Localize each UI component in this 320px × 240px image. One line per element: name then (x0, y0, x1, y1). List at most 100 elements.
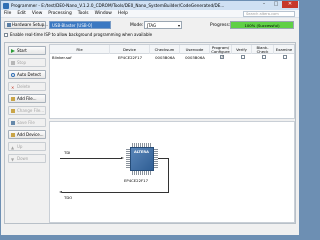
start-icon (11, 49, 15, 53)
progress-text: 100% (Successful) (244, 23, 280, 28)
add-file-button[interactable]: Add File... (8, 94, 46, 103)
table-row[interactable]: Blinker.sof EP4CE22F17 0003B06A 0003B06A (50, 54, 294, 61)
tdi-line (60, 158, 122, 159)
programmer-window: Programmer - E:/test/DE0-Nano_V.1.2.0_CD… (0, 0, 300, 236)
save-file-icon (11, 121, 15, 125)
chip-out-line (158, 158, 168, 159)
progress-label: Progress: (210, 23, 231, 28)
cell-device: EP4CE22F17 (117, 55, 142, 60)
maximize-button[interactable]: □ (270, 1, 282, 8)
examine-checkbox[interactable] (283, 55, 287, 59)
tdo-line (62, 192, 169, 193)
chip-logo: ALTERA (134, 150, 149, 154)
change-file-label: Change File... (17, 108, 45, 113)
add-file-label: Add File... (17, 96, 37, 101)
status-bar (1, 227, 299, 235)
col-checksum[interactable]: Checksum (150, 45, 180, 54)
cell-file: Blinker.sof (52, 55, 72, 60)
isp-label: Enable real-time ISP to allow background… (10, 32, 153, 37)
tdi-arrow-icon (121, 156, 124, 159)
jtag-chain-diagram: TDI ALTERA EP4CE22F17 TDO (49, 121, 295, 223)
main-panel: Start Stop Auto Detect ✕ Delete Add File.… (4, 42, 296, 224)
start-label: Start (17, 48, 27, 53)
isp-checkbox[interactable] (4, 32, 8, 37)
cell-blank-check (260, 55, 268, 61)
fpga-chip[interactable]: ALTERA (126, 143, 158, 175)
mode-label: Mode: (130, 23, 144, 28)
up-button[interactable]: ▲ Up (8, 142, 46, 151)
device-table: File Device Checksum Usercode Program/ C… (49, 44, 295, 119)
col-examine[interactable]: Examine (274, 45, 294, 54)
tdo-label: TDO (64, 195, 73, 200)
up-icon: ▲ (11, 145, 15, 150)
progress-bar: 100% (Successful) (230, 21, 294, 29)
save-file-button[interactable]: Save File (8, 118, 46, 127)
chevron-down-icon: ▾ (177, 23, 180, 28)
col-program[interactable]: Program/ Configure (210, 45, 232, 54)
stop-icon (11, 61, 15, 65)
hardware-setup-label: Hardware Setup... (12, 22, 49, 27)
add-file-icon (11, 97, 15, 101)
auto-detect-label: Auto Detect (17, 72, 41, 77)
app-icon (3, 2, 9, 9)
title-bar[interactable]: Programmer - E:/test/DE0-Nano_V.1.2.0_CD… (1, 1, 299, 10)
down-icon: ▼ (11, 157, 15, 162)
window-controls: – □ ✕ (258, 1, 298, 8)
stop-label: Stop (17, 60, 27, 65)
add-device-label: Add Device... (17, 132, 44, 137)
chip-label: EP4CE22F17 (124, 178, 149, 183)
chip-pins-right (154, 149, 158, 169)
program-checkbox[interactable] (220, 54, 224, 60)
tdi-label: TDI (64, 150, 71, 155)
chip-down-line (168, 158, 169, 192)
add-device-icon (11, 133, 15, 137)
down-label: Down (17, 156, 29, 161)
cell-checksum: 0003B06A (155, 55, 175, 60)
window-title: Programmer - E:/test/DE0-Nano_V.1.2.0_CD… (11, 3, 225, 8)
up-label: Up (17, 144, 23, 149)
sidebar: Start Stop Auto Detect ✕ Delete Add File.… (6, 44, 47, 222)
chip-pins-bottom (132, 171, 152, 175)
hardware-field[interactable]: USB-Blaster [USB-0] (49, 21, 111, 29)
blank-check-checkbox[interactable] (262, 55, 266, 59)
mode-value: JTAG (147, 23, 157, 28)
stop-button[interactable]: Stop (8, 58, 46, 67)
menu-tools[interactable]: Tools (75, 11, 92, 16)
col-blank-check[interactable]: Blank- Check (252, 45, 274, 54)
cell-verify (239, 55, 247, 61)
delete-button[interactable]: ✕ Delete (8, 82, 46, 91)
cell-usercode: 0003B06A (185, 55, 205, 60)
verify-checkbox[interactable] (241, 55, 245, 59)
change-file-button[interactable]: Change File... (8, 106, 46, 115)
col-file[interactable]: File (50, 45, 110, 54)
menu-processing[interactable]: Processing (45, 11, 74, 16)
menu-help[interactable]: Help (115, 11, 131, 16)
cell-examine (281, 55, 289, 61)
auto-detect-icon (11, 73, 15, 77)
add-device-button[interactable]: Add Device... (8, 130, 46, 139)
auto-detect-button[interactable]: Auto Detect (8, 70, 46, 79)
help-search-input[interactable]: Search altera.com (243, 11, 295, 17)
hardware-icon (7, 23, 11, 27)
tdo-arrow-icon (59, 190, 62, 193)
col-verify[interactable]: Verify (232, 45, 252, 54)
down-button[interactable]: ▼ Down (8, 154, 46, 163)
close-button[interactable]: ✕ (282, 1, 298, 8)
isp-option[interactable]: Enable real-time ISP to allow background… (4, 32, 152, 37)
mode-select[interactable]: JTAG ▾ (144, 21, 182, 29)
minimize-button[interactable]: – (258, 1, 270, 8)
col-device[interactable]: Device (110, 45, 150, 54)
delete-label: Delete (17, 84, 31, 89)
hardware-setup-button[interactable]: Hardware Setup... (4, 21, 49, 29)
save-file-label: Save File (17, 120, 35, 125)
table-header: File Device Checksum Usercode Program/ C… (50, 45, 294, 54)
change-file-icon (11, 109, 15, 113)
delete-icon: ✕ (11, 85, 15, 90)
menu-window[interactable]: Window (92, 11, 115, 16)
col-usercode[interactable]: Usercode (180, 45, 210, 54)
menu-edit[interactable]: Edit (14, 11, 29, 16)
start-button[interactable]: Start (8, 46, 46, 55)
menu-file[interactable]: File (1, 11, 14, 16)
cell-program (218, 54, 226, 61)
menu-view[interactable]: View (29, 11, 45, 16)
